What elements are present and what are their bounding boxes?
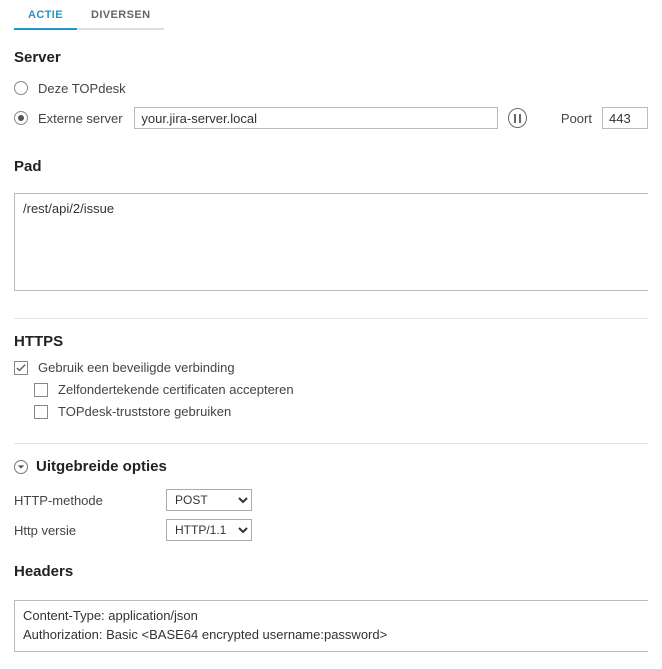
https-section: HTTPS Gebruik een beveiligde verbinding … bbox=[14, 333, 648, 419]
radio-this-topdesk-label: Deze TOPdesk bbox=[38, 81, 126, 96]
divider-1 bbox=[14, 318, 648, 319]
tab-diversen[interactable]: DIVERSEN bbox=[77, 0, 164, 30]
port-label: Poort bbox=[561, 111, 592, 126]
check-icon bbox=[16, 363, 26, 373]
checkbox-secure-connection[interactable] bbox=[14, 361, 28, 375]
http-method-label: HTTP-methode bbox=[14, 493, 166, 508]
server-section: Server Deze TOPdesk Externe server Poort bbox=[14, 49, 648, 130]
http-method-select[interactable]: POST bbox=[166, 489, 252, 511]
tabs: ACTIE DIVERSEN bbox=[14, 0, 648, 31]
checkbox-selfsigned[interactable] bbox=[34, 383, 48, 397]
http-version-select[interactable]: HTTP/1.1 bbox=[166, 519, 252, 541]
path-section: Pad /rest/api/2/issue bbox=[14, 158, 648, 294]
external-server-input[interactable] bbox=[134, 107, 497, 129]
path-title: Pad bbox=[14, 158, 648, 175]
path-input[interactable]: /rest/api/2/issue bbox=[14, 193, 648, 291]
chevron-down-icon bbox=[14, 460, 28, 474]
tab-actie[interactable]: ACTIE bbox=[14, 0, 77, 30]
radio-external-server-label: Externe server bbox=[38, 111, 124, 126]
port-input[interactable] bbox=[602, 107, 648, 129]
advanced-title: Uitgebreide opties bbox=[36, 458, 167, 475]
headers-input[interactable]: Content-Type: application/json Authoriza… bbox=[14, 600, 648, 652]
headers-title: Headers bbox=[14, 563, 648, 580]
advanced-expander[interactable]: Uitgebreide opties bbox=[14, 458, 648, 475]
radio-this-topdesk[interactable] bbox=[14, 81, 28, 95]
checkbox-selfsigned-label: Zelfondertekende certificaten accepteren bbox=[58, 382, 294, 397]
checkbox-secure-connection-label: Gebruik een beveiligde verbinding bbox=[38, 360, 235, 375]
checkbox-truststore-label: TOPdesk-truststore gebruiken bbox=[58, 404, 231, 419]
https-title: HTTPS bbox=[14, 333, 648, 350]
headers-section: Headers Content-Type: application/json A… bbox=[14, 563, 648, 655]
radio-external-server[interactable] bbox=[14, 111, 28, 125]
divider-2 bbox=[14, 443, 648, 444]
pause-icon[interactable] bbox=[508, 108, 527, 128]
server-title: Server bbox=[14, 49, 648, 66]
checkbox-truststore[interactable] bbox=[34, 405, 48, 419]
advanced-section: Uitgebreide opties HTTP-methode POST Htt… bbox=[14, 458, 648, 541]
http-version-label: Http versie bbox=[14, 523, 166, 538]
